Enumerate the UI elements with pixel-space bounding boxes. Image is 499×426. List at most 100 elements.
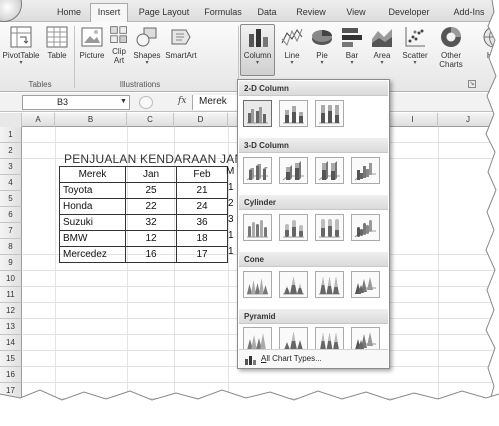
100-stacked-column-option[interactable]: [315, 100, 344, 127]
column-header-b[interactable]: B: [55, 113, 127, 127]
dialog-launcher-icon[interactable]: ↘: [468, 80, 476, 88]
3d-cone-icon: [354, 277, 376, 295]
table-header-cell[interactable]: Merek: [59, 166, 126, 183]
table-cell[interactable]: 18: [176, 230, 228, 247]
tab-formulas[interactable]: Formulas: [200, 4, 246, 22]
tab-page-layout[interactable]: Page Layout: [136, 4, 192, 22]
stacked-cone-option[interactable]: [279, 271, 308, 298]
clip-art-label: Clip Art: [112, 47, 126, 65]
other-charts-button[interactable]: Other Charts: [433, 25, 469, 69]
tab-add-ins[interactable]: Add-Ins: [446, 4, 492, 22]
row-header[interactable]: 5: [0, 191, 22, 207]
table-cell[interactable]: Suzuki: [59, 214, 126, 231]
clustered-column-option[interactable]: [243, 100, 272, 127]
row-header[interactable]: 16: [0, 367, 22, 383]
table-cell[interactable]: 22: [125, 198, 177, 215]
pivottable-button[interactable]: PivotTable ▾: [2, 25, 40, 66]
table-cell[interactable]: Honda: [59, 198, 126, 215]
tab-insert[interactable]: Insert: [90, 3, 128, 23]
table-cell[interactable]: 32: [125, 214, 177, 231]
tab-developer[interactable]: Developer: [384, 4, 434, 22]
table-cell[interactable]: 25: [125, 182, 177, 199]
row-header[interactable]: 15: [0, 351, 22, 367]
chevron-down-icon: ▾: [380, 60, 384, 66]
name-box[interactable]: B3: [22, 95, 130, 110]
row-header[interactable]: 18: [0, 399, 22, 415]
column-chart-button[interactable]: Column ▾: [240, 24, 275, 76]
row-header[interactable]: 17: [0, 383, 22, 399]
3d-clustered-column-option[interactable]: [243, 157, 272, 184]
smartart-button[interactable]: SmartArt: [163, 25, 199, 60]
column-header-c[interactable]: C: [127, 113, 174, 127]
100-stacked-cone-option[interactable]: [315, 271, 344, 298]
column-header-a[interactable]: A: [22, 113, 55, 127]
stacked-cylinder-option[interactable]: [279, 214, 308, 241]
hyperlink-button[interactable]: Hyp: [482, 25, 499, 60]
row-header[interactable]: 13: [0, 319, 22, 335]
table-cell[interactable]: 36: [176, 214, 228, 231]
tab-home[interactable]: Home: [52, 4, 86, 22]
100-stacked-cylinder-icon: [319, 219, 340, 238]
table-cell[interactable]: 12: [125, 230, 177, 247]
shapes-button[interactable]: Shapes ▾: [133, 25, 161, 66]
row-header[interactable]: 3: [0, 159, 22, 175]
grid-line: [22, 382, 499, 383]
pie-chart-button[interactable]: Pie ▾: [307, 25, 337, 66]
row-header[interactable]: 11: [0, 287, 22, 303]
sheet-title-cell[interactable]: PENJUALAN KENDARAAN JAN: [64, 152, 243, 166]
area-chart-button[interactable]: Area ▾: [367, 25, 397, 66]
3d-stacked-column-option[interactable]: [279, 157, 308, 184]
scatter-chart-button[interactable]: Scatter ▾: [398, 25, 432, 66]
table-cell[interactable]: 17: [176, 246, 228, 263]
all-chart-types-label: All Chart Types...: [261, 354, 322, 363]
table-header-cell[interactable]: Feb: [176, 166, 228, 183]
table-button[interactable]: Table: [42, 25, 72, 60]
clustered-cylinder-option[interactable]: [243, 214, 272, 241]
row-header[interactable]: 8: [0, 239, 22, 255]
all-chart-types-link[interactable]: All Chart Types...: [239, 349, 388, 368]
column-chart-icon: [248, 29, 268, 47]
table-cell[interactable]: Toyota: [59, 182, 126, 199]
table-cell[interactable]: 24: [176, 198, 228, 215]
select-all-corner[interactable]: [0, 113, 22, 127]
row-header[interactable]: 6: [0, 207, 22, 223]
chevron-down-icon: ▾: [145, 60, 149, 66]
tab-view[interactable]: View: [340, 4, 372, 22]
line-chart-button[interactable]: Line ▾: [278, 25, 306, 66]
3d-cylinder-option[interactable]: [351, 214, 380, 241]
column-header-j[interactable]: J: [438, 113, 499, 127]
office-button[interactable]: [0, 0, 22, 22]
row-header[interactable]: 2: [0, 143, 22, 159]
table-cell[interactable]: 21: [176, 182, 228, 199]
column-header-d[interactable]: D: [174, 113, 228, 127]
chevron-down-icon[interactable]: ▼: [120, 98, 127, 105]
function-icon[interactable]: fx: [178, 96, 186, 106]
row-header[interactable]: 14: [0, 335, 22, 351]
table-cell[interactable]: Mercedez: [59, 246, 126, 263]
100-stacked-cylinder-option[interactable]: [315, 214, 344, 241]
table-header-cell[interactable]: Jan: [125, 166, 177, 183]
bar-chart-label: Bar: [345, 51, 359, 60]
row-header[interactable]: 12: [0, 303, 22, 319]
picture-button[interactable]: Picture: [77, 25, 107, 60]
table-icon: [46, 26, 68, 48]
chevron-down-icon: ▾: [255, 60, 259, 66]
stacked-cylinder-icon: [283, 220, 304, 238]
row-header[interactable]: 9: [0, 255, 22, 271]
bar-chart-button[interactable]: Bar ▾: [338, 25, 366, 66]
clustered-cone-option[interactable]: [243, 271, 272, 298]
stacked-column-option[interactable]: [279, 100, 308, 127]
row-header[interactable]: 1: [0, 127, 22, 143]
tab-review[interactable]: Review: [292, 4, 330, 22]
clip-art-button[interactable]: Clip Art: [107, 25, 131, 65]
tab-data[interactable]: Data: [252, 4, 282, 22]
row-header[interactable]: 4: [0, 175, 22, 191]
table-cell[interactable]: BMW: [59, 230, 126, 247]
table-cell[interactable]: 16: [125, 246, 177, 263]
row-header[interactable]: 10: [0, 271, 22, 287]
3d-100-stacked-column-option[interactable]: [315, 157, 344, 184]
3d-cone-option[interactable]: [351, 271, 380, 298]
column-header-i[interactable]: I: [388, 113, 438, 127]
row-header[interactable]: 7: [0, 223, 22, 239]
3d-column-option[interactable]: [351, 157, 380, 184]
